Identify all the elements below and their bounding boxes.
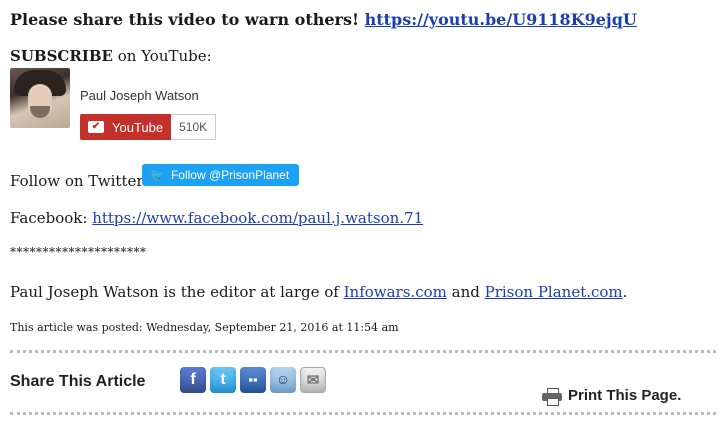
print-page-link[interactable]: Print This Page.: [542, 387, 682, 406]
prisonplanet-link[interactable]: Prison Planet.com: [485, 283, 623, 301]
share-video-line: Please share this video to warn others! …: [10, 10, 637, 29]
infowars-link[interactable]: Infowars.com: [344, 283, 447, 301]
share-video-text: Please share this video to warn others!: [10, 10, 360, 29]
author-bio: Paul Joseph Watson is the editor at larg…: [10, 283, 627, 301]
email-icon[interactable]: ✉: [300, 367, 326, 393]
facebook-icon[interactable]: f: [180, 367, 206, 393]
facebook-link[interactable]: https://www.facebook.com/paul.j.watson.7…: [92, 209, 423, 227]
youtube-channel-card: Paul Joseph Watson ✔ YouTube 510K: [10, 68, 240, 146]
video-link[interactable]: https://youtu.be/U9118K9ejqU: [365, 10, 637, 29]
reddit-icon[interactable]: ☺: [270, 367, 296, 393]
delicious-icon[interactable]: ▪▪: [240, 367, 266, 393]
youtube-subscribe-button[interactable]: ✔ YouTube 510K: [80, 114, 217, 140]
twitter-follow-label: Follow @PrisonPlanet: [170, 168, 290, 182]
facebook-line: Facebook: https://www.facebook.com/paul.…: [10, 209, 423, 227]
subscribe-rest: on YouTube:: [112, 47, 212, 65]
bio-middle: and: [446, 283, 485, 301]
twitter-follow-button[interactable]: 🐦 Follow @PrisonPlanet: [142, 164, 300, 186]
printer-icon: [542, 387, 562, 406]
bio-suffix: .: [622, 283, 628, 301]
share-article-title: Share This Article: [10, 373, 146, 390]
subscribe-bold: SUBSCRIBE: [10, 47, 113, 65]
divider-bottom: [10, 412, 716, 415]
posted-date: This article was posted: Wednesday, Sept…: [10, 321, 399, 334]
subscribe-line: SUBSCRIBE on YouTube:: [10, 47, 212, 65]
checkmark-icon: ✔: [88, 121, 104, 133]
divider-top: [10, 350, 716, 353]
twitter-label: Follow on Twitter:: [10, 172, 149, 190]
twitter-icon[interactable]: t: [210, 367, 236, 393]
youtube-button-label: YouTube: [112, 119, 164, 135]
channel-avatar[interactable]: [10, 68, 70, 128]
bio-prefix: Paul Joseph Watson is the editor at larg…: [10, 283, 344, 301]
share-icons: f t ▪▪ ☺ ✉: [180, 367, 326, 393]
channel-name[interactable]: Paul Joseph Watson: [80, 88, 199, 103]
separator-stars: *********************: [10, 245, 147, 259]
twitter-bird-icon: 🐦: [150, 168, 165, 182]
subscriber-count: 510K: [171, 114, 217, 140]
facebook-label: Facebook:: [10, 209, 88, 227]
youtube-button-red[interactable]: ✔ YouTube: [80, 114, 172, 140]
print-label: Print This Page.: [568, 387, 682, 404]
